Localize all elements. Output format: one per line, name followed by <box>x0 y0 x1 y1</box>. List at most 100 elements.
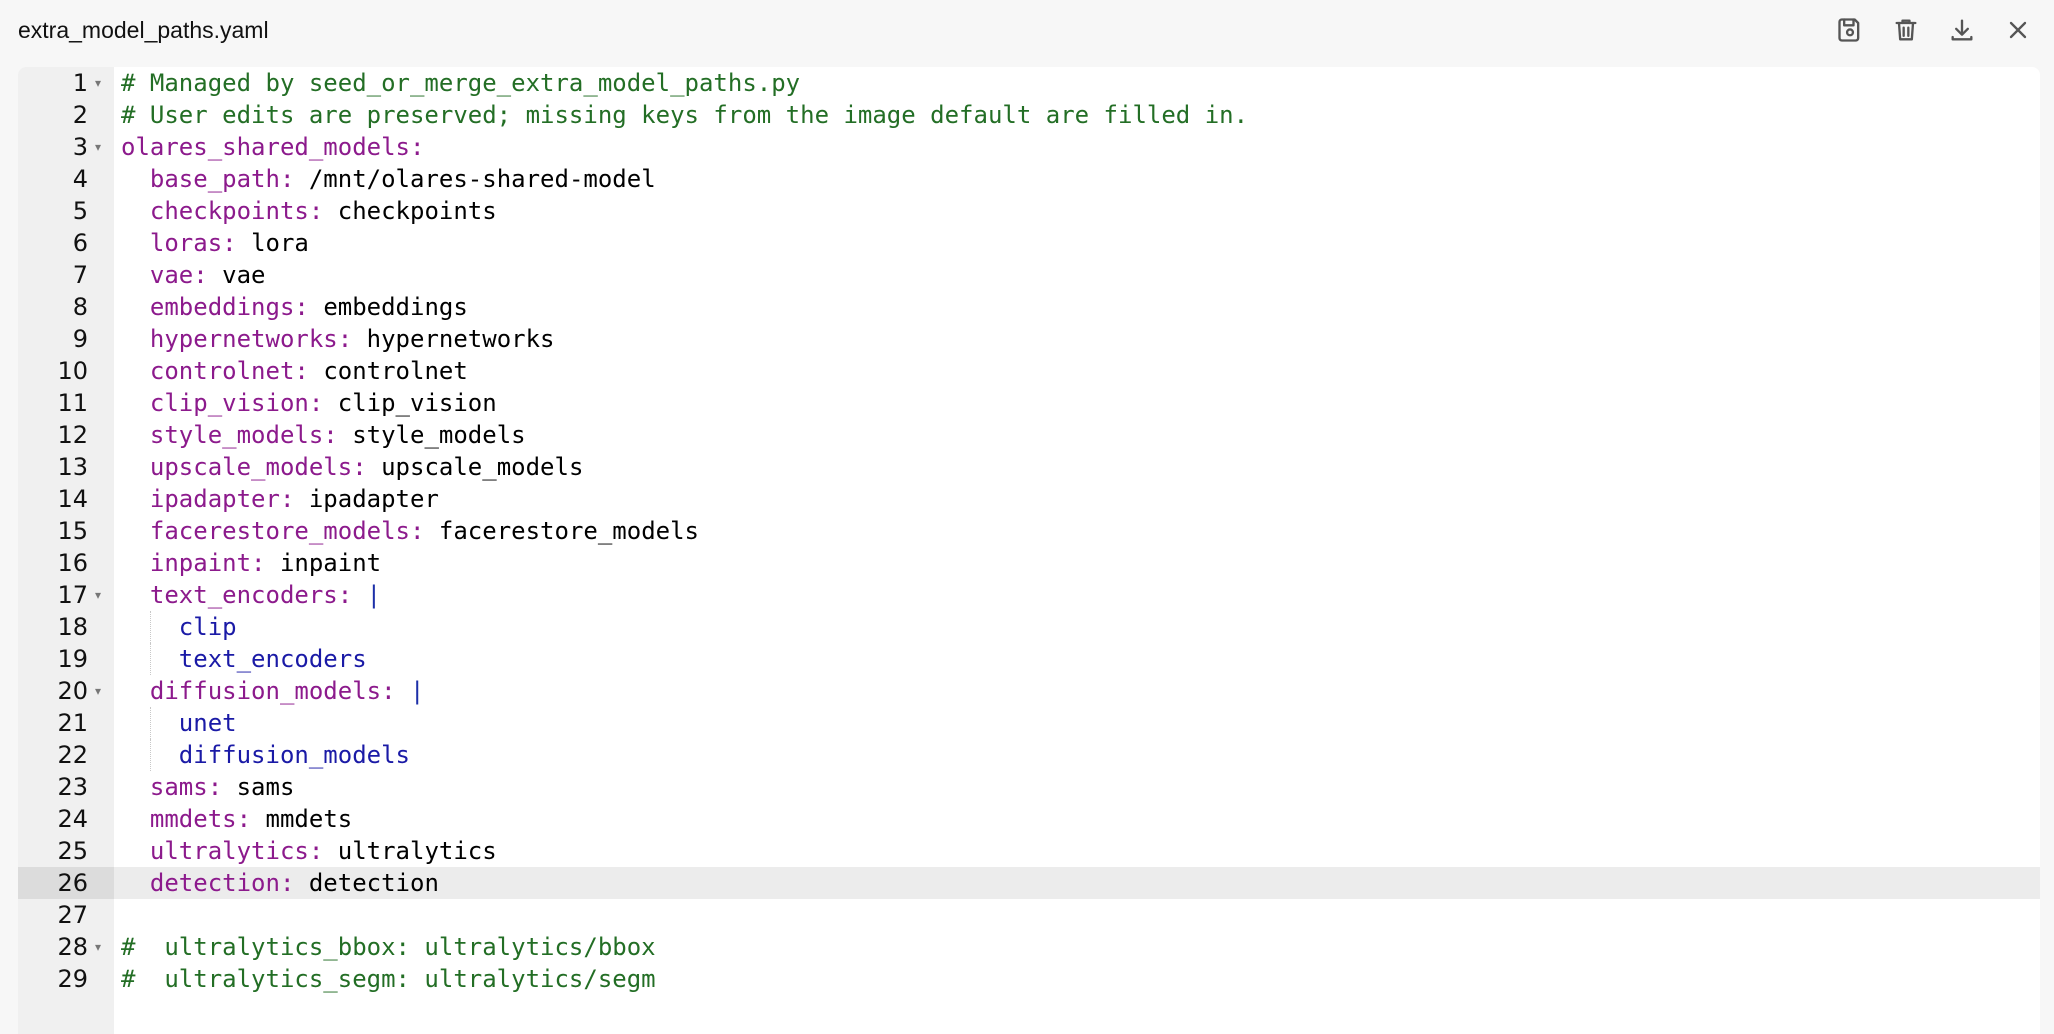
code-line[interactable]: 4 base_path: /mnt/olares-shared-model <box>18 163 2040 195</box>
save-button[interactable] <box>1832 12 1868 48</box>
line-number: 5 <box>72 197 88 225</box>
line-number: 21 <box>57 709 88 737</box>
line-number: 26 <box>57 869 88 897</box>
line-number: 23 <box>57 773 88 801</box>
code-text: ipadapter: ipadapter <box>121 483 439 515</box>
code-line[interactable]: 9 hypernetworks: hypernetworks <box>18 323 2040 355</box>
line-number: 10 <box>57 357 88 385</box>
code-line[interactable]: 11 clip_vision: clip_vision <box>18 387 2040 419</box>
code-line[interactable]: 24 mmdets: mmdets <box>18 803 2040 835</box>
code-line[interactable]: 14 ipadapter: ipadapter <box>18 483 2040 515</box>
code-text: # ultralytics_segm: ultralytics/segm <box>121 963 656 995</box>
close-icon <box>2009 21 2027 39</box>
code-text: # Managed by seed_or_merge_extra_model_p… <box>121 67 800 99</box>
code-line[interactable]: 22 diffusion_models <box>18 739 2040 771</box>
line-number-cell: 25 <box>18 835 114 867</box>
line-number: 20 <box>57 677 88 705</box>
yaml-key: ultralytics: <box>149 837 324 865</box>
code-line[interactable]: 20 ▾ diffusion_models: | <box>18 675 2040 707</box>
yaml-value: /mnt/olares-shared-model <box>308 165 656 193</box>
code-text: facerestore_models: facerestore_models <box>121 515 699 547</box>
code-line[interactable]: 3 ▾ olares_shared_models: <box>18 131 2040 163</box>
fold-toggle-icon[interactable]: ▾ <box>95 131 101 163</box>
code-line[interactable]: 13 upscale_models: upscale_models <box>18 451 2040 483</box>
line-number-cell: 20 ▾ <box>18 675 114 707</box>
yaml-key: inpaint: <box>149 549 266 577</box>
line-number-cell: 16 <box>18 547 114 579</box>
line-number: 2 <box>72 101 88 129</box>
code-line[interactable]: 18 clip <box>18 611 2040 643</box>
block-indicator: | <box>410 677 425 705</box>
code-line[interactable]: 2 # User edits are preserved; missing key… <box>18 99 2040 131</box>
code-line[interactable]: 19 text_encoders <box>18 643 2040 675</box>
yaml-key: olares_shared_models: <box>121 133 425 161</box>
line-number-cell: 4 <box>18 163 114 195</box>
code-text: # ultralytics_bbox: ultralytics/bbox <box>121 931 656 963</box>
fold-toggle-icon[interactable]: ▾ <box>95 67 101 99</box>
line-number-cell: 21 <box>18 707 114 739</box>
code-line[interactable]: 6 loras: lora <box>18 227 2040 259</box>
download-button[interactable] <box>1944 12 1980 48</box>
save-icon <box>1838 18 1860 42</box>
yaml-value: upscale_models <box>381 453 584 481</box>
code-text: vae: vae <box>121 259 266 291</box>
yaml-value: inpaint <box>279 549 382 577</box>
code-line[interactable]: 8 embeddings: embeddings <box>18 291 2040 323</box>
fold-toggle-icon[interactable]: ▾ <box>95 675 101 707</box>
fold-toggle-icon[interactable]: ▾ <box>95 579 101 611</box>
line-number: 28 <box>57 933 88 961</box>
code-text: sams: sams <box>121 771 295 803</box>
code-line[interactable]: 15 facerestore_models: facerestore_model… <box>18 515 2040 547</box>
code-line[interactable]: 23 sams: sams <box>18 771 2040 803</box>
yaml-key: diffusion_models: <box>149 677 396 705</box>
code-text: embeddings: embeddings <box>121 291 468 323</box>
yaml-key: facerestore_models: <box>149 517 425 545</box>
code-text: hypernetworks: hypernetworks <box>121 323 555 355</box>
yaml-key: ipadapter: <box>149 485 295 513</box>
code-line[interactable]: 5 checkpoints: checkpoints <box>18 195 2040 227</box>
line-number-cell: 14 <box>18 483 114 515</box>
line-number-cell: 3 ▾ <box>18 131 114 163</box>
code-line[interactable]: 12 style_models: style_models <box>18 419 2040 451</box>
code-text: unet <box>121 707 237 739</box>
line-number: 1 <box>72 69 88 97</box>
code-line[interactable]: 26 detection: detection <box>18 867 2040 899</box>
yaml-value: facerestore_models <box>438 517 699 545</box>
code-line[interactable]: 10 controlnet: controlnet <box>18 355 2040 387</box>
code-line[interactable]: 27 <box>18 899 2040 931</box>
code-line[interactable]: 25 ultralytics: ultralytics <box>18 835 2040 867</box>
line-number-cell: 18 <box>18 611 114 643</box>
delete-button[interactable] <box>1888 12 1924 48</box>
code-text: style_models: style_models <box>121 419 526 451</box>
code-line[interactable]: 17 ▾ text_encoders: | <box>18 579 2040 611</box>
code-line[interactable]: 21 unet <box>18 707 2040 739</box>
code-line[interactable]: 29 # ultralytics_segm: ultralytics/segm <box>18 963 2040 995</box>
code-line[interactable]: 28 ▾ # ultralytics_bbox: ultralytics/bbox <box>18 931 2040 963</box>
yaml-key: controlnet: <box>149 357 309 385</box>
line-number-cell: 26 <box>18 867 114 899</box>
fold-toggle-icon[interactable]: ▾ <box>95 931 101 963</box>
code-text: inpaint: inpaint <box>121 547 381 579</box>
line-number: 7 <box>72 261 88 289</box>
title-bar: extra_model_paths.yaml <box>0 0 2054 66</box>
yaml-value: checkpoints <box>337 197 497 225</box>
code-text: upscale_models: upscale_models <box>121 451 584 483</box>
code-editor[interactable]: 1 ▾ # Managed by seed_or_merge_extra_model… <box>18 67 2040 1034</box>
code-line[interactable]: 7 vae: vae <box>18 259 2040 291</box>
yaml-key: text_encoders: <box>149 581 353 609</box>
line-number: 19 <box>57 645 88 673</box>
line-number-cell: 8 <box>18 291 114 323</box>
close-button[interactable] <box>2000 12 2036 48</box>
code-line[interactable]: 16 inpaint: inpaint <box>18 547 2040 579</box>
line-number: 29 <box>57 965 88 993</box>
code-text: loras: lora <box>121 227 309 259</box>
code-text: olares_shared_models: <box>121 131 424 163</box>
code-text: diffusion_models: | <box>121 675 425 707</box>
yaml-value: ultralytics <box>337 837 497 865</box>
yaml-key: embeddings: <box>149 293 309 321</box>
line-number-cell: 15 <box>18 515 114 547</box>
code-line[interactable]: 1 ▾ # Managed by seed_or_merge_extra_model… <box>18 67 2040 99</box>
line-number: 9 <box>72 325 88 353</box>
yaml-key: loras: <box>149 229 237 257</box>
yaml-value: hypernetworks <box>366 325 555 353</box>
